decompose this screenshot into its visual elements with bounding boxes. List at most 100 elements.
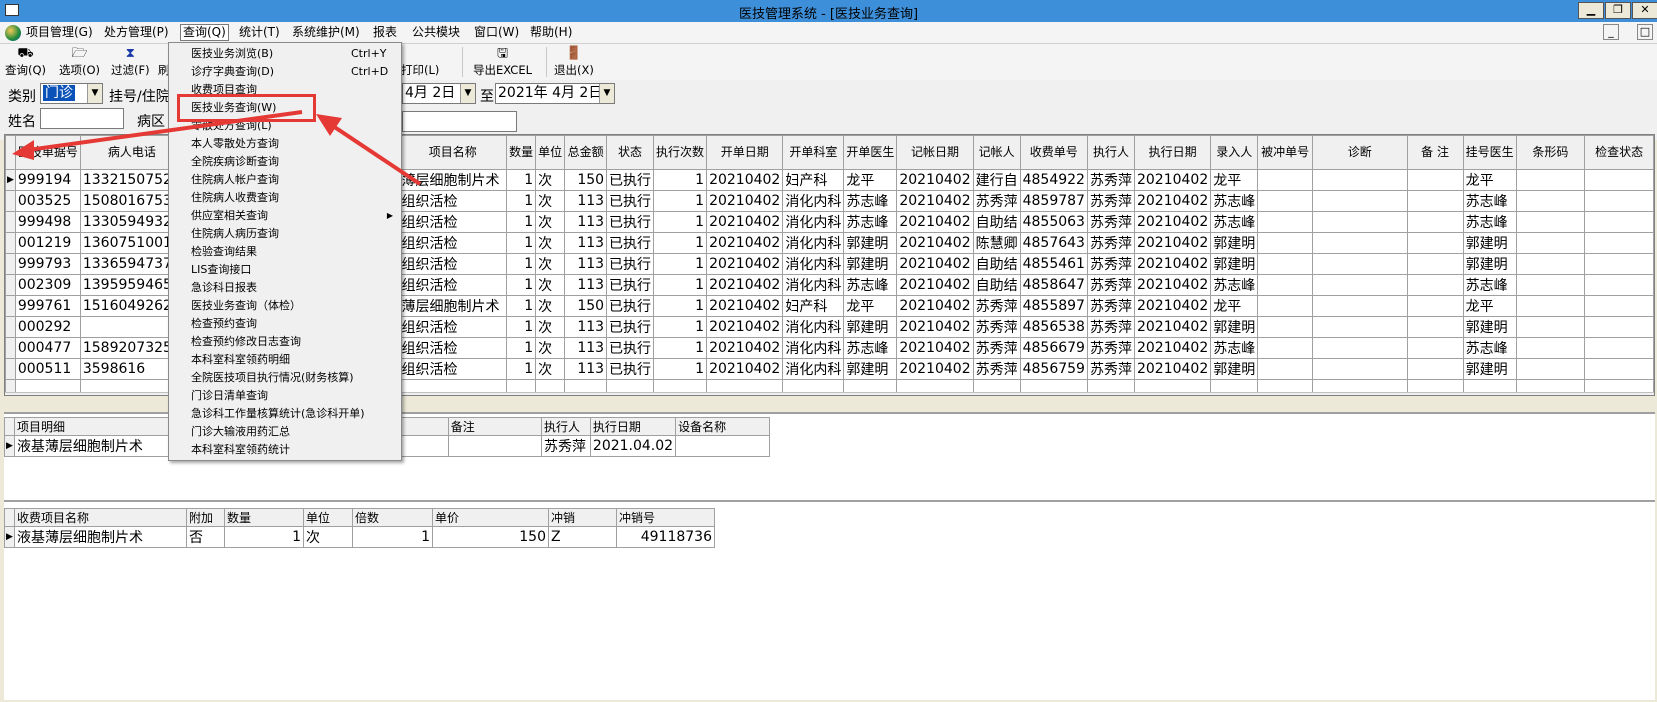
table-cell[interactable] [1515, 169, 1586, 191]
table-cell[interactable]: 1 [506, 232, 537, 254]
chevron-down-icon[interactable]: ▼ [599, 84, 614, 103]
query-menu-item[interactable]: 全院疾病诊断查询 [169, 153, 401, 170]
print-tool-button[interactable]: 打印(L) [401, 46, 439, 78]
table-cell[interactable]: 20210402 [706, 169, 784, 191]
table-cell[interactable] [1312, 190, 1408, 212]
table-cell[interactable]: 1 [506, 211, 537, 233]
table-cell[interactable]: 4857643 [1019, 232, 1088, 254]
query-menu-item[interactable]: 急诊科工作量核算统计(急诊科开单) [169, 405, 401, 422]
query-menu-item[interactable]: 全院医技项目执行情况(财务核算) [169, 369, 401, 386]
table-cell[interactable]: 组织活检 [398, 358, 508, 380]
table-cell[interactable]: 999761 [14, 295, 81, 317]
table-cell[interactable]: 苏秀萍 [1086, 253, 1135, 275]
exit-tool-button[interactable]: 🚪 退出(X) [554, 46, 594, 78]
column-header[interactable]: 医技单据号 [14, 135, 81, 170]
column-header[interactable]: 收费单号 [1019, 135, 1088, 170]
table-cell[interactable]: 4856759 [1019, 358, 1088, 380]
charge-cell[interactable]: 次 [303, 526, 353, 548]
table-cell[interactable]: 20210402 [1133, 169, 1212, 191]
filter-tool-button[interactable]: ⧗ 过滤(F) [111, 46, 150, 78]
menu-prescription[interactable]: 处方管理(P) [104, 25, 169, 42]
table-cell[interactable]: 1 [653, 295, 708, 317]
table-cell[interactable]: 郭建明 [1462, 253, 1517, 275]
table-cell[interactable]: 已执行 [606, 358, 655, 380]
table-cell[interactable]: 苏志峰 [1210, 337, 1259, 359]
table-cell[interactable]: 20210402 [706, 316, 784, 338]
table-cell[interactable]: 20210402 [706, 190, 784, 212]
table-cell[interactable]: 20210402 [1133, 190, 1212, 212]
chevron-down-icon[interactable]: ▼ [87, 84, 102, 103]
options-tool-button[interactable]: 🗁 选项(O) [59, 46, 100, 78]
column-header[interactable]: 录入人 [1210, 135, 1259, 170]
table-cell[interactable]: 4855063 [1019, 211, 1088, 233]
column-header[interactable]: 数量 [506, 135, 537, 170]
table-cell[interactable]: 4859787 [1019, 190, 1088, 212]
table-cell[interactable]: 苏秀萍 [1086, 337, 1135, 359]
column-header[interactable]: 状态 [606, 135, 655, 170]
table-cell[interactable]: 消化内科 [782, 253, 845, 275]
table-cell[interactable]: 1 [653, 211, 708, 233]
column-header[interactable]: 备 注 [1406, 135, 1464, 170]
column-header[interactable]: 单位 [535, 135, 566, 170]
table-cell[interactable]: 113 [564, 190, 608, 212]
table-cell[interactable]: 郭建明 [1210, 358, 1259, 380]
table-cell[interactable] [1406, 169, 1464, 191]
table-cell[interactable]: 1 [506, 169, 537, 191]
menu-stats[interactable]: 统计(T) [239, 25, 280, 42]
table-cell[interactable] [1584, 358, 1654, 380]
mdi-minimize-button[interactable]: _ [1603, 24, 1619, 40]
query-menu-item[interactable]: 住院病人收费查询 [169, 189, 401, 206]
category-select[interactable]: 门诊 ▼ [40, 83, 103, 104]
menu-query[interactable]: 查询(Q) [180, 24, 229, 41]
table-cell[interactable]: 苏秀萍 [1086, 211, 1135, 233]
table-cell[interactable]: 消化内科 [782, 337, 845, 359]
table-cell[interactable] [1406, 358, 1464, 380]
table-cell[interactable]: 次 [535, 169, 566, 191]
table-cell[interactable]: 苏志峰 [1210, 274, 1259, 296]
table-cell[interactable] [1257, 253, 1314, 275]
table-cell[interactable]: 消化内科 [782, 274, 845, 296]
table-cell[interactable]: 20210402 [896, 295, 974, 317]
table-cell[interactable]: 郭建明 [1210, 253, 1259, 275]
table-cell[interactable]: 4855461 [1019, 253, 1088, 275]
table-cell[interactable]: 已执行 [606, 253, 655, 275]
table-cell[interactable]: 已执行 [606, 337, 655, 359]
table-cell[interactable]: 次 [535, 253, 566, 275]
table-cell[interactable]: 1 [653, 316, 708, 338]
detail-cell[interactable]: 苏秀萍 [540, 435, 591, 457]
table-cell[interactable]: 1 [506, 358, 537, 380]
table-cell[interactable]: 苏秀萍 [1086, 358, 1135, 380]
table-cell[interactable] [1515, 211, 1586, 233]
table-cell[interactable]: 20210402 [1133, 211, 1212, 233]
column-header[interactable]: 诊断 [1312, 135, 1408, 170]
table-cell[interactable] [1584, 316, 1654, 338]
table-cell[interactable] [1406, 232, 1464, 254]
table-cell[interactable]: 1 [653, 232, 708, 254]
table-cell[interactable]: 苏志峰 [843, 211, 898, 233]
table-cell[interactable]: 苏秀萍 [1086, 295, 1135, 317]
table-cell[interactable]: 20210402 [1133, 274, 1212, 296]
table-cell[interactable]: 郭建明 [843, 253, 898, 275]
charge-cell[interactable]: 1 [224, 526, 304, 548]
charge-cell[interactable]: 否 [186, 526, 225, 548]
column-header[interactable]: 检查状态 [1584, 135, 1654, 170]
table-cell[interactable]: 陈慧卿 [972, 232, 1021, 254]
table-cell[interactable]: 苏志峰 [1462, 337, 1517, 359]
table-cell[interactable]: 4856679 [1019, 337, 1088, 359]
table-cell[interactable]: 次 [535, 358, 566, 380]
table-cell[interactable]: 郭建明 [843, 358, 898, 380]
table-cell[interactable] [1515, 190, 1586, 212]
table-cell[interactable]: 消化内科 [782, 211, 845, 233]
table-cell[interactable]: 苏秀萍 [972, 316, 1021, 338]
table-cell[interactable]: 4855897 [1019, 295, 1088, 317]
from-date-picker[interactable]: 4月 2日 ▼ [402, 83, 476, 104]
column-header[interactable]: 记帐日期 [896, 135, 974, 170]
column-header[interactable]: 执行次数 [653, 135, 708, 170]
table-cell[interactable]: 郭建明 [1462, 232, 1517, 254]
table-cell[interactable]: 建行自 [972, 169, 1021, 191]
table-cell[interactable] [1312, 337, 1408, 359]
table-cell[interactable]: 郭建明 [1462, 358, 1517, 380]
charge-cell[interactable]: 150 [432, 526, 549, 548]
table-cell[interactable]: 20210402 [1133, 232, 1212, 254]
table-cell[interactable]: 苏秀萍 [972, 295, 1021, 317]
